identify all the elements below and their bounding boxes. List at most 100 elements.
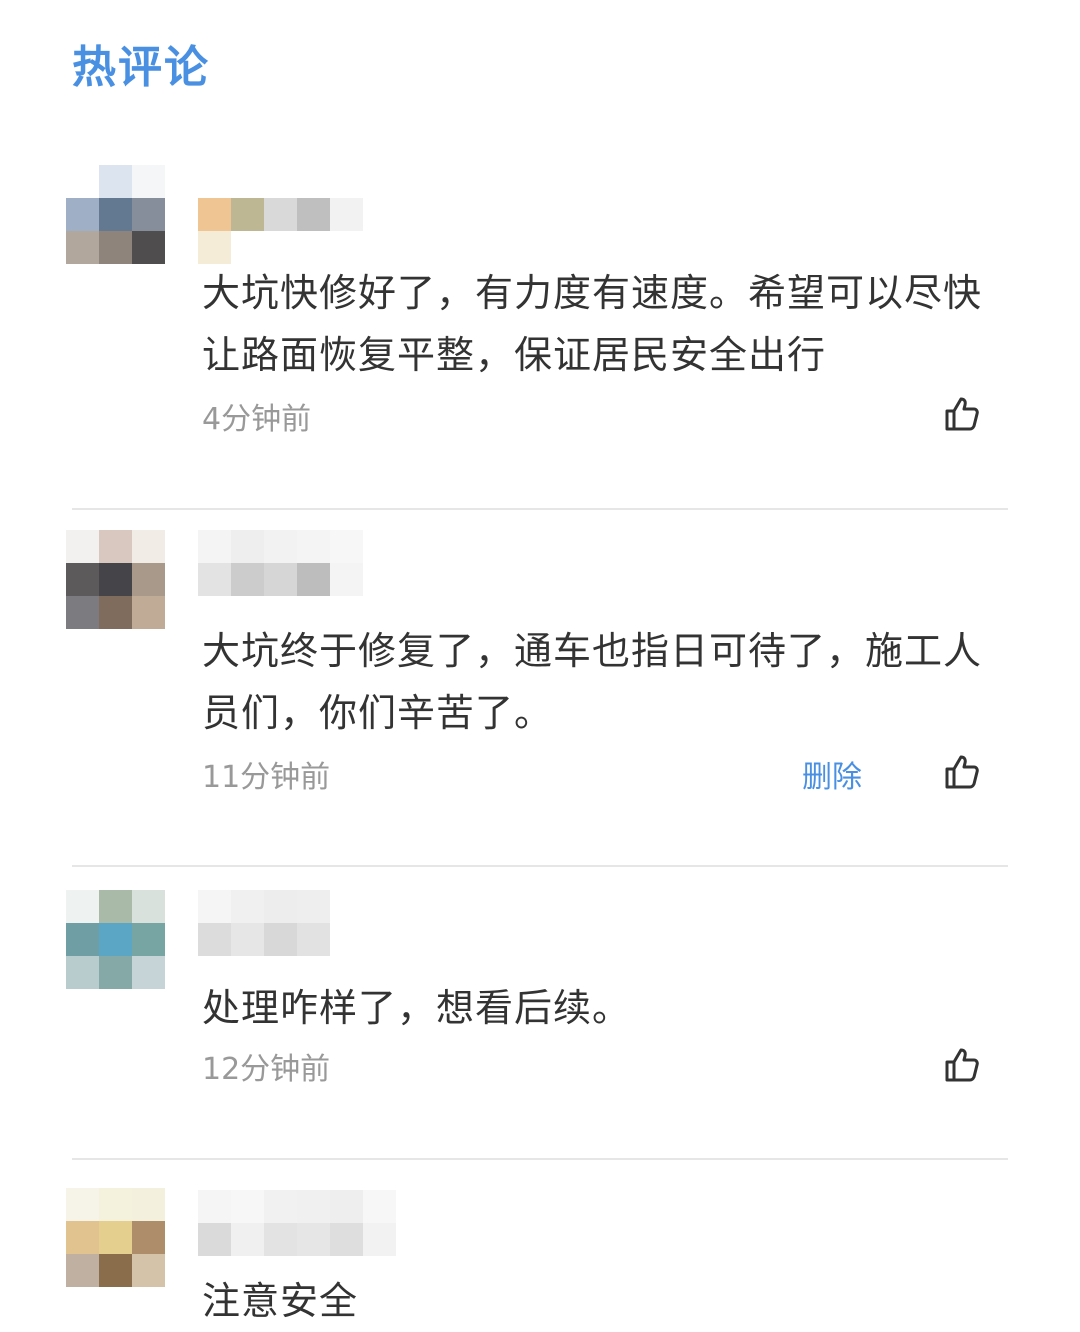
username-blurred[interactable] — [198, 530, 398, 596]
username-blurred[interactable] — [198, 890, 398, 956]
username-pixel — [297, 890, 330, 923]
avatar[interactable] — [66, 890, 165, 989]
avatar-pixel — [99, 890, 132, 923]
avatar-pixel — [66, 1254, 99, 1287]
username-pixel — [231, 530, 264, 563]
comment-text: 大坑快修好了，有力度有速度。希望可以尽快让路面恢复平整，保证居民安全出行 — [202, 271, 983, 377]
avatar-pixel — [66, 231, 99, 264]
avatar-pixel — [66, 198, 99, 231]
username-blurred[interactable] — [198, 1190, 398, 1256]
username-blurred[interactable] — [198, 198, 398, 264]
divider — [72, 865, 1008, 867]
avatar-pixel — [99, 530, 132, 563]
username-pixel — [264, 231, 297, 264]
username-pixel — [297, 198, 330, 231]
avatar-pixel — [66, 923, 99, 956]
username-pixel — [231, 563, 264, 596]
username-pixel — [363, 530, 396, 563]
avatar-pixel — [99, 596, 132, 629]
avatar-pixel — [99, 198, 132, 231]
username-pixel — [363, 1223, 396, 1256]
avatar-pixel — [132, 890, 165, 923]
username-pixel — [264, 1190, 297, 1223]
username-pixel — [264, 890, 297, 923]
comment-time: 4分钟前 — [202, 402, 312, 437]
avatar-pixel — [99, 956, 132, 989]
username-pixel — [363, 563, 396, 596]
comment-text: 注意安全 — [202, 1279, 359, 1323]
username-pixel — [297, 530, 330, 563]
username-pixel — [297, 563, 330, 596]
username-pixel — [231, 923, 264, 956]
username-pixel — [264, 530, 297, 563]
username-pixel — [363, 198, 396, 231]
avatar-pixel — [132, 165, 165, 198]
divider — [72, 508, 1008, 510]
comment-text: 处理咋样了，想看后续。 — [202, 986, 632, 1030]
username-pixel — [264, 923, 297, 956]
username-pixel — [330, 923, 363, 956]
avatar-pixel — [99, 231, 132, 264]
username-pixel — [363, 231, 396, 264]
avatar-pixel — [66, 890, 99, 923]
thumbs-up-icon[interactable] — [944, 396, 980, 432]
username-pixel — [297, 1223, 330, 1256]
username-pixel — [198, 563, 231, 596]
avatar-pixel — [132, 1221, 165, 1254]
delete-button[interactable]: 删除 — [802, 758, 862, 798]
username-pixel — [264, 1223, 297, 1256]
username-pixel — [198, 530, 231, 563]
avatar-pixel — [99, 923, 132, 956]
username-pixel — [330, 530, 363, 563]
avatar-pixel — [66, 596, 99, 629]
avatar[interactable] — [66, 530, 165, 629]
avatar-pixel — [66, 956, 99, 989]
username-pixel — [198, 1190, 231, 1223]
avatar-pixel — [66, 165, 99, 198]
avatar-pixel — [132, 596, 165, 629]
divider — [72, 1158, 1008, 1160]
avatar-pixel — [132, 1254, 165, 1287]
avatar[interactable] — [66, 165, 165, 264]
username-pixel — [330, 563, 363, 596]
avatar-pixel — [132, 1188, 165, 1221]
avatar[interactable] — [66, 1188, 165, 1287]
username-pixel — [231, 198, 264, 231]
username-pixel — [198, 1223, 231, 1256]
username-pixel — [330, 1190, 363, 1223]
username-pixel — [231, 1223, 264, 1256]
avatar-pixel — [99, 165, 132, 198]
avatar-pixel — [132, 563, 165, 596]
comment-text: 大坑终于修复了，通车也指日可待了，施工人员们，你们辛苦了。 — [202, 629, 983, 735]
username-pixel — [264, 563, 297, 596]
avatar-pixel — [66, 530, 99, 563]
username-pixel — [297, 1190, 330, 1223]
hot-comments-title: 热评论 — [72, 42, 210, 93]
username-pixel — [330, 1223, 363, 1256]
username-pixel — [231, 231, 264, 264]
username-pixel — [330, 890, 363, 923]
username-pixel — [330, 198, 363, 231]
username-pixel — [297, 923, 330, 956]
username-pixel — [330, 231, 363, 264]
avatar-pixel — [66, 563, 99, 596]
avatar-pixel — [132, 231, 165, 264]
username-pixel — [198, 198, 231, 231]
username-pixel — [198, 231, 231, 264]
avatar-pixel — [66, 1221, 99, 1254]
avatar-pixel — [99, 1254, 132, 1287]
username-pixel — [363, 923, 396, 956]
thumbs-up-icon[interactable] — [944, 1047, 980, 1083]
avatar-pixel — [132, 198, 165, 231]
avatar-pixel — [132, 956, 165, 989]
username-pixel — [363, 1190, 396, 1223]
avatar-pixel — [99, 1221, 132, 1254]
username-pixel — [231, 1190, 264, 1223]
thumbs-up-icon[interactable] — [944, 754, 980, 790]
comment-time: 12分钟前 — [202, 1052, 331, 1087]
avatar-pixel — [132, 923, 165, 956]
username-pixel — [198, 890, 231, 923]
username-pixel — [363, 890, 396, 923]
avatar-pixel — [99, 1188, 132, 1221]
avatar-pixel — [66, 1188, 99, 1221]
